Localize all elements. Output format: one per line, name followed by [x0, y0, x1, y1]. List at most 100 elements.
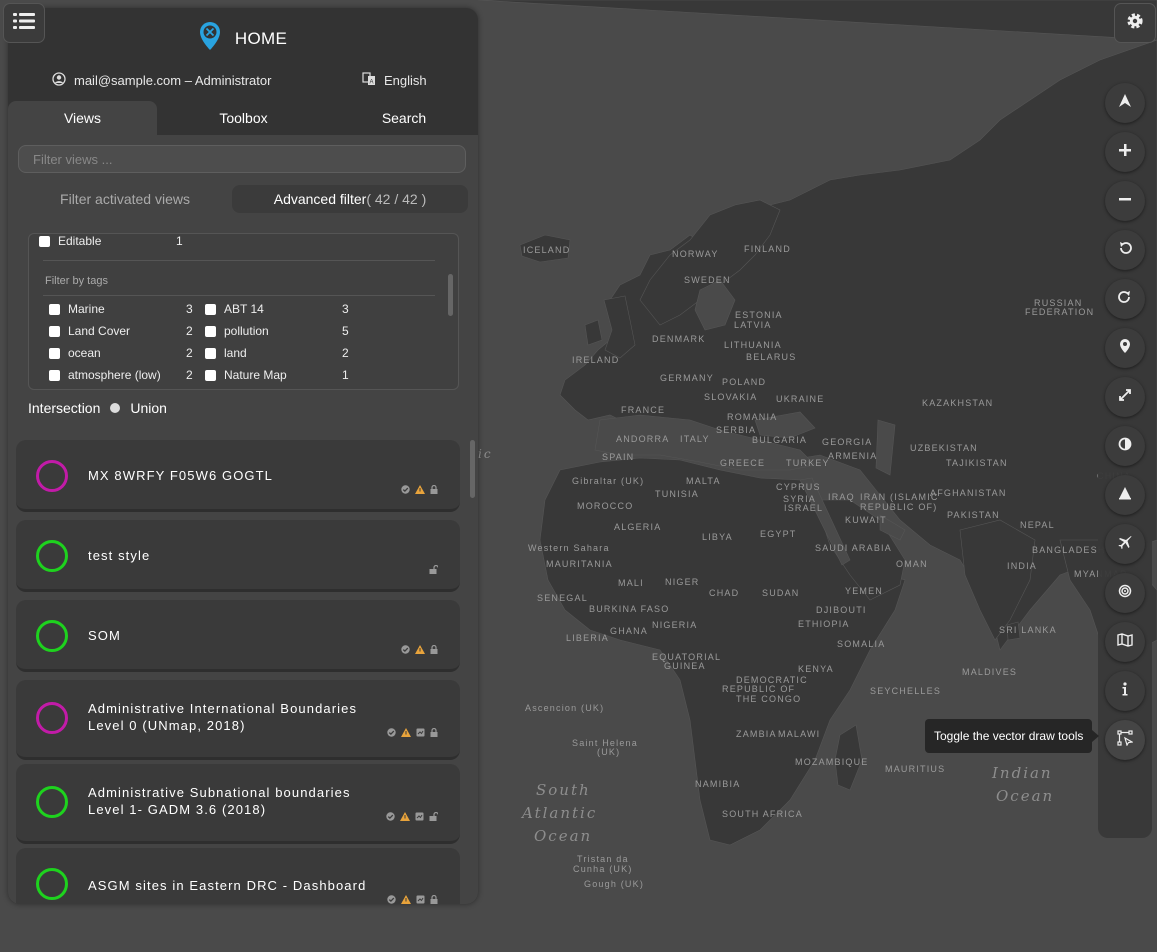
view-toggle-ring[interactable]: [36, 460, 68, 492]
svg-text:LATVIA: LATVIA: [734, 320, 772, 330]
tag-pollution[interactable]: pollution 5: [205, 324, 362, 338]
intersection-union-toggle[interactable]: Intersection Union: [28, 400, 167, 416]
tag-land-cover[interactable]: Land Cover 2: [49, 324, 206, 338]
filter-activated-label: Filter activated views: [60, 191, 190, 207]
svg-text:LITHUANIA: LITHUANIA: [724, 340, 782, 350]
target-button[interactable]: [1105, 573, 1145, 613]
dashboard-icon: [416, 724, 425, 742]
tag-label: atmosphere (low): [68, 368, 161, 382]
svg-text:KENYA: KENYA: [798, 664, 834, 674]
intersection-label[interactable]: Intersection: [28, 400, 100, 416]
info-button[interactable]: [1105, 671, 1145, 711]
airport-button[interactable]: [1105, 524, 1145, 564]
svg-text:A: A: [370, 80, 374, 86]
tag-ocean[interactable]: ocean 2: [49, 346, 206, 360]
view-title: test style: [88, 548, 151, 563]
panel-tabs: Views Toolbox Search: [8, 101, 478, 135]
editable-checkbox[interactable]: [39, 235, 50, 247]
svg-text:REPUBLIC OF): REPUBLIC OF): [860, 502, 937, 512]
svg-text:ETHIOPIA: ETHIOPIA: [798, 619, 850, 629]
view-item[interactable]: Administrative International Boundaries L…: [16, 680, 460, 760]
filter-activated-views-button[interactable]: Filter activated views: [18, 185, 232, 213]
advanced-filter-button[interactable]: Advanced filter( 42 / 42 ): [232, 185, 468, 213]
tag-checkbox[interactable]: [49, 369, 60, 381]
svg-text:IRAQ: IRAQ: [828, 492, 855, 502]
zoom-in-button[interactable]: [1105, 132, 1145, 172]
tooltip-vector-draw: Toggle the vector draw tools: [925, 719, 1100, 753]
view-item[interactable]: SOM: [16, 600, 460, 672]
redo-button[interactable]: [1105, 279, 1145, 319]
advanced-filter-count: ( 42 / 42 ): [366, 191, 427, 207]
view-status-icons: [429, 561, 439, 579]
tag-land[interactable]: land 2: [205, 346, 362, 360]
svg-text:LIBYA: LIBYA: [702, 532, 733, 542]
lock-icon: [430, 724, 438, 742]
geolocate-button[interactable]: [1105, 328, 1145, 368]
tag-label: Land Cover: [68, 324, 131, 338]
tab-toolbox[interactable]: Toolbox: [157, 101, 330, 135]
tag-checkbox[interactable]: [49, 303, 60, 315]
view-title: SOM: [88, 628, 121, 643]
tag-label: Marine: [68, 302, 105, 316]
svg-text:Atlantic: Atlantic: [520, 804, 597, 822]
terrain-icon: [1118, 486, 1132, 505]
zoom-out-button[interactable]: [1105, 181, 1145, 221]
views-list-scrollbar[interactable]: [470, 440, 475, 498]
svg-text:SRI LANKA: SRI LANKA: [999, 625, 1057, 635]
svg-text:NAMIBIA: NAMIBIA: [695, 779, 740, 789]
svg-text:ROMANIA: ROMANIA: [727, 412, 777, 422]
main-panel: HOME mail@sample.com – Administrator A E…: [8, 8, 478, 904]
contrast-button[interactable]: [1105, 426, 1145, 466]
north-arrow-button[interactable]: [1105, 83, 1145, 123]
warning-icon: [415, 481, 425, 499]
undo-button[interactable]: [1105, 230, 1145, 270]
tag-marine[interactable]: Marine 3: [49, 302, 206, 316]
tab-search[interactable]: Search: [330, 101, 478, 135]
tag-checkbox[interactable]: [205, 303, 216, 315]
tag-nature-map[interactable]: Nature Map 1: [205, 368, 362, 382]
svg-text:MOZAMBIQUE: MOZAMBIQUE: [795, 757, 869, 767]
svg-text:NIGERIA: NIGERIA: [652, 620, 697, 630]
view-item[interactable]: Administrative Subnational boundaries Lev…: [16, 764, 460, 844]
svg-text:FEDERATION: FEDERATION: [1025, 307, 1094, 317]
fullscreen-button[interactable]: [1105, 377, 1145, 417]
filter-views-input[interactable]: [18, 145, 466, 173]
tag-checkbox[interactable]: [205, 369, 216, 381]
svg-text:KUWAIT: KUWAIT: [845, 515, 887, 525]
view-toggle-ring[interactable]: [36, 786, 68, 818]
svg-text:GERMANY: GERMANY: [660, 373, 714, 383]
svg-text:GEORGIA: GEORGIA: [822, 437, 872, 447]
tag-checkbox[interactable]: [49, 347, 60, 359]
main-menu-button[interactable]: [3, 3, 45, 43]
tag-checkbox[interactable]: [205, 325, 216, 337]
settings-button[interactable]: [1114, 3, 1156, 43]
map-icon: [1117, 632, 1133, 652]
tag-checkbox[interactable]: [205, 347, 216, 359]
filter-editable[interactable]: Editable 1: [39, 234, 196, 248]
advanced-filter-scrollbar[interactable]: [448, 274, 453, 316]
divider: [43, 295, 435, 296]
language-selector[interactable]: A English: [362, 72, 427, 89]
vector-draw-icon: [1117, 729, 1134, 751]
terrain-button[interactable]: [1105, 475, 1145, 515]
union-label[interactable]: Union: [130, 400, 167, 416]
view-toggle-ring[interactable]: [36, 702, 68, 734]
tag-label: land: [224, 346, 247, 360]
svg-text:NIGER: NIGER: [665, 577, 700, 587]
tag-abt-14[interactable]: ABT 14 3: [205, 302, 362, 316]
view-toggle-ring[interactable]: [36, 620, 68, 652]
vector-draw-button[interactable]: [1105, 720, 1145, 760]
toggle-switch[interactable]: [110, 403, 121, 413]
view-item[interactable]: ASGM sites in Eastern DRC - Dashboard: [16, 848, 460, 904]
view-toggle-ring[interactable]: [36, 540, 68, 572]
tab-views[interactable]: Views: [8, 101, 157, 135]
tag-atmosphere-low[interactable]: atmosphere (low) 2: [49, 368, 206, 382]
user-account[interactable]: mail@sample.com – Administrator: [52, 72, 271, 89]
tag-checkbox[interactable]: [49, 325, 60, 337]
basemap-button[interactable]: [1105, 622, 1145, 662]
svg-text:GHANA: GHANA: [610, 626, 648, 636]
view-item[interactable]: MX 8WRFY F05W6 GOGTL: [16, 440, 460, 512]
view-item[interactable]: test style: [16, 520, 460, 592]
view-toggle-ring[interactable]: [36, 868, 68, 900]
svg-text:PAKISTAN: PAKISTAN: [947, 510, 1000, 520]
